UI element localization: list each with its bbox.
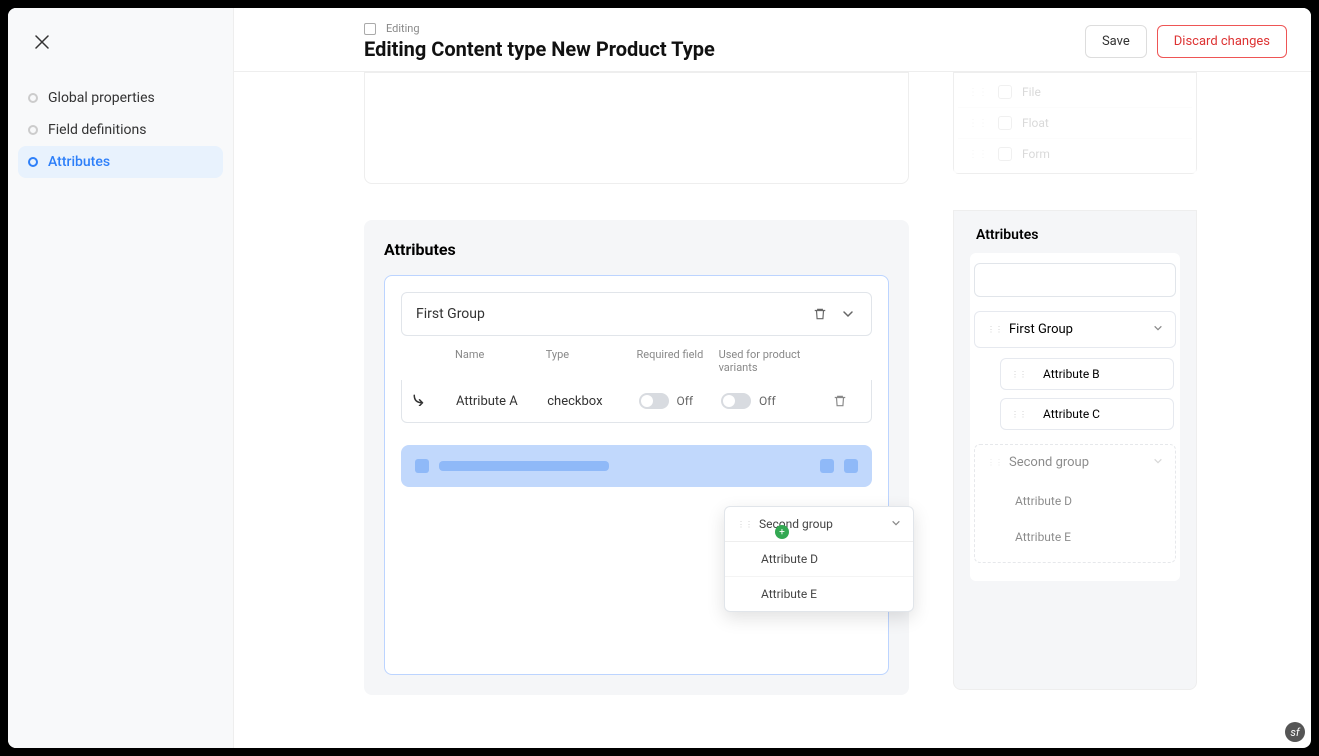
drop-placeholder-icon (820, 459, 834, 473)
col-variants: Used for product variants (719, 348, 814, 374)
attribute-row[interactable]: Attribute A checkbox Off Off (401, 380, 872, 423)
dragging-group-item: Attribute E (725, 577, 913, 611)
col-required: Required field (637, 348, 715, 374)
palette-search-input[interactable] (974, 263, 1176, 297)
variants-toggle[interactable]: Off (721, 393, 817, 409)
palette-title: Attributes (970, 227, 1180, 243)
close-button[interactable] (32, 32, 52, 52)
attributes-palette: Attributes ⋮⋮ First Group (953, 210, 1197, 690)
discard-button[interactable]: Discard changes (1157, 25, 1287, 58)
sidebar-item-label: Global properties (48, 90, 155, 106)
delete-group-button[interactable] (811, 305, 829, 323)
previous-section-preview (364, 72, 909, 184)
save-button[interactable]: Save (1085, 25, 1147, 58)
attributes-card-title: Attributes (384, 240, 889, 259)
palette-attribute[interactable]: ⋮⋮ Attribute B (1000, 358, 1174, 390)
dragging-group-overlay[interactable]: ⋮⋮ Second group + Attribute D Attribute … (724, 506, 914, 612)
drag-handle-icon[interactable]: ⋮⋮ (1011, 370, 1027, 379)
sidebar-item-global-properties[interactable]: Global properties (18, 82, 223, 114)
dragging-group-item: Attribute D (725, 542, 913, 577)
palette-attribute-ghost: Attribute E (1005, 522, 1169, 552)
required-toggle[interactable]: Off (639, 393, 718, 409)
palette-group-first[interactable]: ⋮⋮ First Group (974, 311, 1176, 348)
drag-handle-icon[interactable]: ⋮⋮ (1011, 410, 1027, 419)
chevron-down-icon (1153, 456, 1163, 469)
status-circle-icon (28, 125, 38, 135)
help-fab[interactable]: sf (1285, 722, 1305, 742)
drop-placeholder-icon (844, 459, 858, 473)
add-cursor-icon: + (775, 525, 789, 539)
drag-handle-icon[interactable]: ⋮⋮ (987, 325, 1003, 334)
attr-name: Attribute A (456, 394, 543, 409)
drop-zone[interactable] (401, 445, 872, 487)
palette-attribute-ghost: Attribute D (1005, 486, 1169, 516)
group-header[interactable]: First Group (401, 292, 872, 336)
palette-attribute[interactable]: ⋮⋮ Attribute C (1000, 398, 1174, 430)
sidebar-item-label: Attributes (48, 154, 110, 170)
chevron-down-icon (891, 518, 901, 531)
drop-placeholder-icon (415, 459, 429, 473)
status-circle-icon (28, 157, 38, 167)
page-title: Editing Content type New Product Type (364, 37, 1085, 61)
collapse-group-button[interactable] (839, 305, 857, 323)
sidebar-item-field-definitions[interactable]: Field definitions (18, 114, 223, 146)
attr-type: checkbox (547, 394, 634, 409)
field-type-icon (998, 116, 1012, 130)
breadcrumb-label: Editing (386, 22, 420, 35)
drag-handle-icon: ⋮⋮ (737, 520, 753, 529)
chevron-down-icon[interactable] (1153, 323, 1163, 336)
group-name: First Group (416, 306, 801, 322)
document-icon (364, 23, 376, 35)
field-type-icon (998, 85, 1012, 99)
sidebar-item-label: Field definitions (48, 122, 146, 138)
field-type-icon (998, 147, 1012, 161)
palette-group-name: Second group (1009, 455, 1153, 470)
col-name: Name (455, 348, 542, 374)
delete-attribute-button[interactable] (831, 392, 849, 410)
drop-placeholder-bar (439, 461, 609, 471)
attributes-card: Attributes First Group (364, 220, 909, 695)
palette-group-name: First Group (1009, 322, 1153, 337)
status-circle-icon (28, 93, 38, 103)
col-type: Type (546, 348, 633, 374)
reorder-handle-icon[interactable] (412, 392, 452, 410)
drag-handle-icon: ⋮⋮ (987, 458, 1003, 467)
field-types-panel-preview: ⋮⋮ File ⋮⋮ Float ⋮⋮ Form (953, 72, 1197, 174)
sidebar-item-attributes[interactable]: Attributes (18, 146, 223, 178)
palette-group-second-ghost: ⋮⋮ Second group Attribute D Attribute E (974, 444, 1176, 563)
